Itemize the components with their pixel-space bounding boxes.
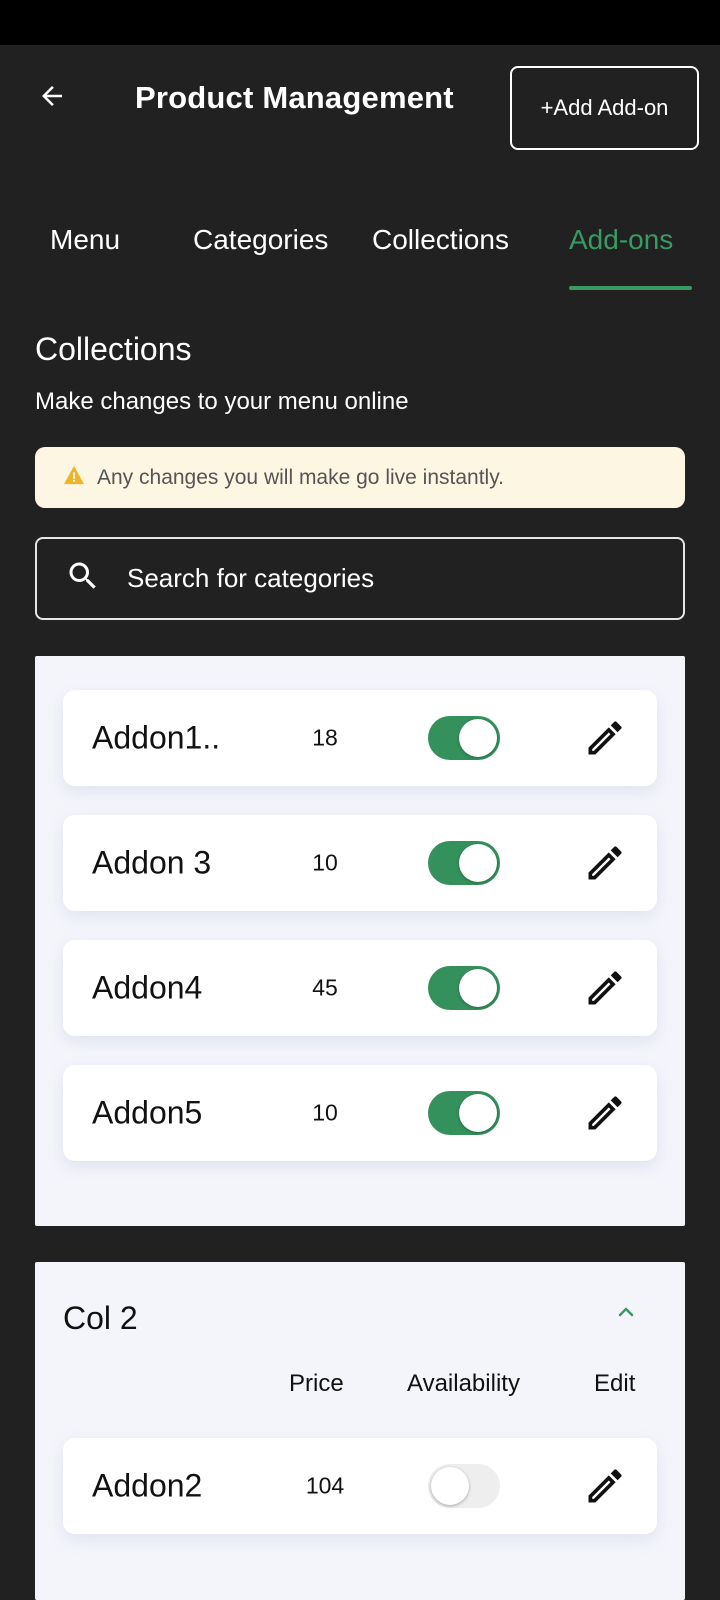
edit-pencil-icon[interactable] bbox=[583, 966, 627, 1010]
addon-name: Addon1.. bbox=[92, 719, 221, 756]
tab-menu[interactable]: Menu bbox=[50, 224, 120, 256]
addon-price: 18 bbox=[312, 724, 338, 751]
add-addon-button[interactable]: +Add Add-on bbox=[510, 66, 699, 150]
status-bar bbox=[0, 0, 720, 45]
addon-name: Addon 3 bbox=[92, 844, 212, 881]
column-header-edit: Edit bbox=[594, 1370, 636, 1397]
tab-collections[interactable]: Collections bbox=[372, 224, 509, 256]
search-input[interactable] bbox=[127, 563, 647, 594]
column-header-availability: Availability bbox=[407, 1370, 520, 1397]
tab-categories[interactable]: Categories bbox=[193, 224, 328, 256]
addon-row: Addon5 10 bbox=[63, 1065, 657, 1161]
notice-banner: Any changes you will make go live instan… bbox=[35, 447, 685, 508]
back-arrow-icon[interactable] bbox=[30, 74, 74, 118]
section-title: Collections bbox=[35, 331, 192, 367]
addon-price: 104 bbox=[305, 1472, 345, 1499]
collection-panel: Addon1.. 18 Addon 3 10 Addon4 45 Addon5 … bbox=[35, 656, 685, 1226]
availability-toggle[interactable] bbox=[428, 1091, 500, 1135]
addon-row: Addon 3 10 bbox=[63, 815, 657, 911]
search-bar[interactable] bbox=[35, 537, 685, 620]
availability-toggle[interactable] bbox=[428, 966, 500, 1010]
chevron-up-icon[interactable] bbox=[611, 1297, 641, 1327]
addon-name: Addon5 bbox=[92, 1094, 203, 1131]
edit-pencil-icon[interactable] bbox=[583, 841, 627, 885]
addon-row: Addon2 104 bbox=[63, 1438, 657, 1534]
edit-pencil-icon[interactable] bbox=[583, 1464, 627, 1508]
collection-title: Col 2 bbox=[63, 1300, 138, 1336]
warning-icon bbox=[63, 465, 85, 490]
edit-pencil-icon[interactable] bbox=[583, 716, 627, 760]
addon-name: Addon2 bbox=[92, 1467, 203, 1504]
page-title: Product Management bbox=[135, 80, 454, 115]
addon-price: 10 bbox=[312, 1099, 338, 1126]
column-header-price: Price bbox=[289, 1370, 344, 1397]
tab-add-ons[interactable]: Add-ons bbox=[569, 224, 673, 256]
search-icon bbox=[65, 558, 101, 599]
availability-toggle[interactable] bbox=[428, 716, 500, 760]
addon-name: Addon4 bbox=[92, 969, 203, 1006]
notice-text: Any changes you will make go live instan… bbox=[97, 465, 504, 489]
addon-row: Addon4 45 bbox=[63, 940, 657, 1036]
availability-toggle[interactable] bbox=[428, 1464, 500, 1508]
addon-price: 45 bbox=[312, 974, 338, 1001]
edit-pencil-icon[interactable] bbox=[583, 1091, 627, 1135]
active-tab-indicator bbox=[569, 286, 692, 290]
collection-panel-col-2: Col 2 Price Availability Edit Addon2 104 bbox=[35, 1262, 685, 1600]
section-subtitle: Make changes to your menu online bbox=[35, 388, 409, 415]
addon-price: 10 bbox=[312, 849, 338, 876]
addon-row: Addon1.. 18 bbox=[63, 690, 657, 786]
availability-toggle[interactable] bbox=[428, 841, 500, 885]
